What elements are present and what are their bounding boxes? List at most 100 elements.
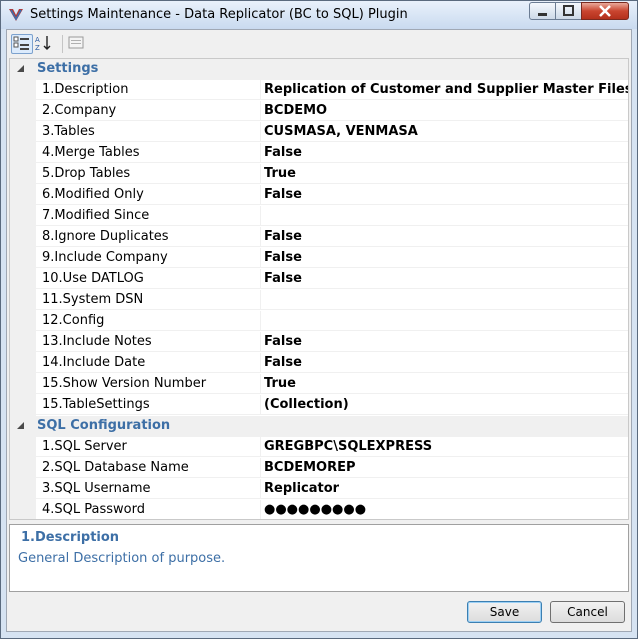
property-name[interactable]: 15.Show Version Number <box>36 374 261 394</box>
property-row[interactable]: 4.SQL Password ●●●●●●●●● <box>10 500 628 519</box>
collapse-triangle-icon[interactable] <box>16 64 25 73</box>
property-name[interactable]: 7.Modified Since <box>36 206 261 226</box>
property-value[interactable]: True <box>261 374 628 394</box>
close-button[interactable] <box>581 2 629 20</box>
settings-window: Settings Maintenance - Data Replicator (… <box>0 0 638 639</box>
property-value[interactable] <box>261 290 628 310</box>
property-name[interactable]: 8.Ignore Duplicates <box>36 227 261 247</box>
property-name[interactable]: 3.Tables <box>36 122 261 142</box>
property-pages-button[interactable] <box>66 34 88 54</box>
property-row[interactable]: 2.SQL Database Name BCDEMOREP <box>10 458 628 479</box>
property-row[interactable]: 1.Description Replication of Customer and… <box>10 80 628 101</box>
row-gutter <box>10 374 36 395</box>
property-row[interactable]: 2.Company BCDEMO <box>10 101 628 122</box>
category-header[interactable]: Settings <box>10 59 628 80</box>
alphabetical-sort-icon: A Z <box>35 36 51 52</box>
row-gutter <box>10 122 36 143</box>
property-pages-icon <box>68 36 84 49</box>
window-title: Settings Maintenance - Data Replicator (… <box>30 7 408 22</box>
row-gutter <box>10 164 36 185</box>
category-label: Settings <box>37 61 99 76</box>
property-value[interactable]: False <box>261 227 628 247</box>
property-value[interactable]: Replication of Customer and Supplier Mas… <box>261 80 628 100</box>
property-name[interactable]: 15.TableSettings <box>36 395 261 415</box>
property-name[interactable]: 5.Drop Tables <box>36 164 261 184</box>
maximize-icon <box>563 5 574 16</box>
property-name[interactable]: 1.Description <box>36 80 261 100</box>
maximize-button[interactable] <box>555 2 582 20</box>
property-name[interactable]: 13.Include Notes <box>36 332 261 352</box>
minimize-button[interactable] <box>529 2 556 20</box>
property-name[interactable]: 2.SQL Database Name <box>36 458 261 478</box>
property-name[interactable]: 12.Config <box>36 311 261 331</box>
property-name[interactable]: 3.SQL Username <box>36 479 261 499</box>
property-grid-toolbar: A Z <box>7 30 631 58</box>
property-value[interactable]: False <box>261 269 628 289</box>
row-gutter <box>10 395 36 416</box>
property-name[interactable]: 14.Include Date <box>36 353 261 373</box>
row-gutter <box>10 353 36 374</box>
property-value[interactable]: (Collection) <box>261 395 628 415</box>
alphabetical-button[interactable]: A Z <box>34 34 56 54</box>
property-row[interactable]: 12.Config <box>10 311 628 332</box>
property-name[interactable]: 2.Company <box>36 101 261 121</box>
property-row[interactable]: 3.Tables CUSMASA, VENMASA <box>10 122 628 143</box>
property-value[interactable]: BCDEMO <box>261 101 628 121</box>
property-value[interactable]: True <box>261 164 628 184</box>
property-name[interactable]: 4.SQL Password <box>36 500 261 519</box>
category-label: SQL Configuration <box>37 418 171 433</box>
description-title: 1.Description <box>21 530 120 545</box>
property-row[interactable]: 10.Use DATLOG False <box>10 269 628 290</box>
property-name[interactable]: 9.Include Company <box>36 248 261 268</box>
property-row[interactable]: 6.Modified Only False <box>10 185 628 206</box>
property-row[interactable]: 5.Drop Tables True <box>10 164 628 185</box>
property-row[interactable]: 4.Merge Tables False <box>10 143 628 164</box>
description-panel: 1.Description General Description of pur… <box>9 524 629 592</box>
row-gutter <box>10 101 36 122</box>
property-row[interactable]: 15.Show Version Number True <box>10 374 628 395</box>
property-value[interactable]: BCDEMOREP <box>261 458 628 478</box>
categorized-button[interactable] <box>11 34 33 54</box>
property-value[interactable]: ●●●●●●●●● <box>261 500 628 519</box>
description-text: General Description of purpose. <box>18 551 226 566</box>
property-value[interactable]: False <box>261 143 628 163</box>
property-row[interactable]: 3.SQL Username Replicator <box>10 479 628 500</box>
property-row[interactable]: 13.Include Notes False <box>10 332 628 353</box>
property-row[interactable]: 7.Modified Since <box>10 206 628 227</box>
row-gutter <box>10 458 36 479</box>
row-gutter <box>10 479 36 500</box>
minimize-icon <box>538 13 547 16</box>
collapse-triangle-icon[interactable] <box>16 421 25 430</box>
row-gutter <box>10 332 36 353</box>
property-value[interactable] <box>261 311 628 331</box>
property-row[interactable]: 1.SQL Server GREGBPC\SQLEXPRESS <box>10 437 628 458</box>
property-value[interactable]: False <box>261 185 628 205</box>
property-value[interactable]: Replicator <box>261 479 628 499</box>
app-icon <box>9 9 23 21</box>
property-name[interactable]: 11.System DSN <box>36 290 261 310</box>
row-gutter <box>10 269 36 290</box>
save-button[interactable]: Save <box>467 601 542 623</box>
property-value[interactable]: False <box>261 248 628 268</box>
property-grid[interactable]: Settings 1.Description Replication of Cust… <box>9 58 629 520</box>
cancel-button[interactable]: Cancel <box>550 601 625 623</box>
row-gutter <box>10 227 36 248</box>
row-gutter <box>10 437 36 458</box>
property-row[interactable]: 8.Ignore Duplicates False <box>10 227 628 248</box>
property-name[interactable]: 4.Merge Tables <box>36 143 261 163</box>
property-row[interactable]: 11.System DSN <box>10 290 628 311</box>
title-bar[interactable]: Settings Maintenance - Data Replicator (… <box>1 1 637 29</box>
row-gutter <box>10 290 36 311</box>
property-value[interactable]: False <box>261 353 628 373</box>
property-value[interactable]: GREGBPC\SQLEXPRESS <box>261 437 628 457</box>
category-header[interactable]: SQL Configuration <box>10 416 628 437</box>
property-row[interactable]: 15.TableSettings (Collection) <box>10 395 628 416</box>
property-row[interactable]: 14.Include Date False <box>10 353 628 374</box>
property-value[interactable] <box>261 206 628 226</box>
property-name[interactable]: 10.Use DATLOG <box>36 269 261 289</box>
property-name[interactable]: 6.Modified Only <box>36 185 261 205</box>
property-value[interactable]: False <box>261 332 628 352</box>
property-value[interactable]: CUSMASA, VENMASA <box>261 122 628 142</box>
property-row[interactable]: 9.Include Company False <box>10 248 628 269</box>
property-name[interactable]: 1.SQL Server <box>36 437 261 457</box>
